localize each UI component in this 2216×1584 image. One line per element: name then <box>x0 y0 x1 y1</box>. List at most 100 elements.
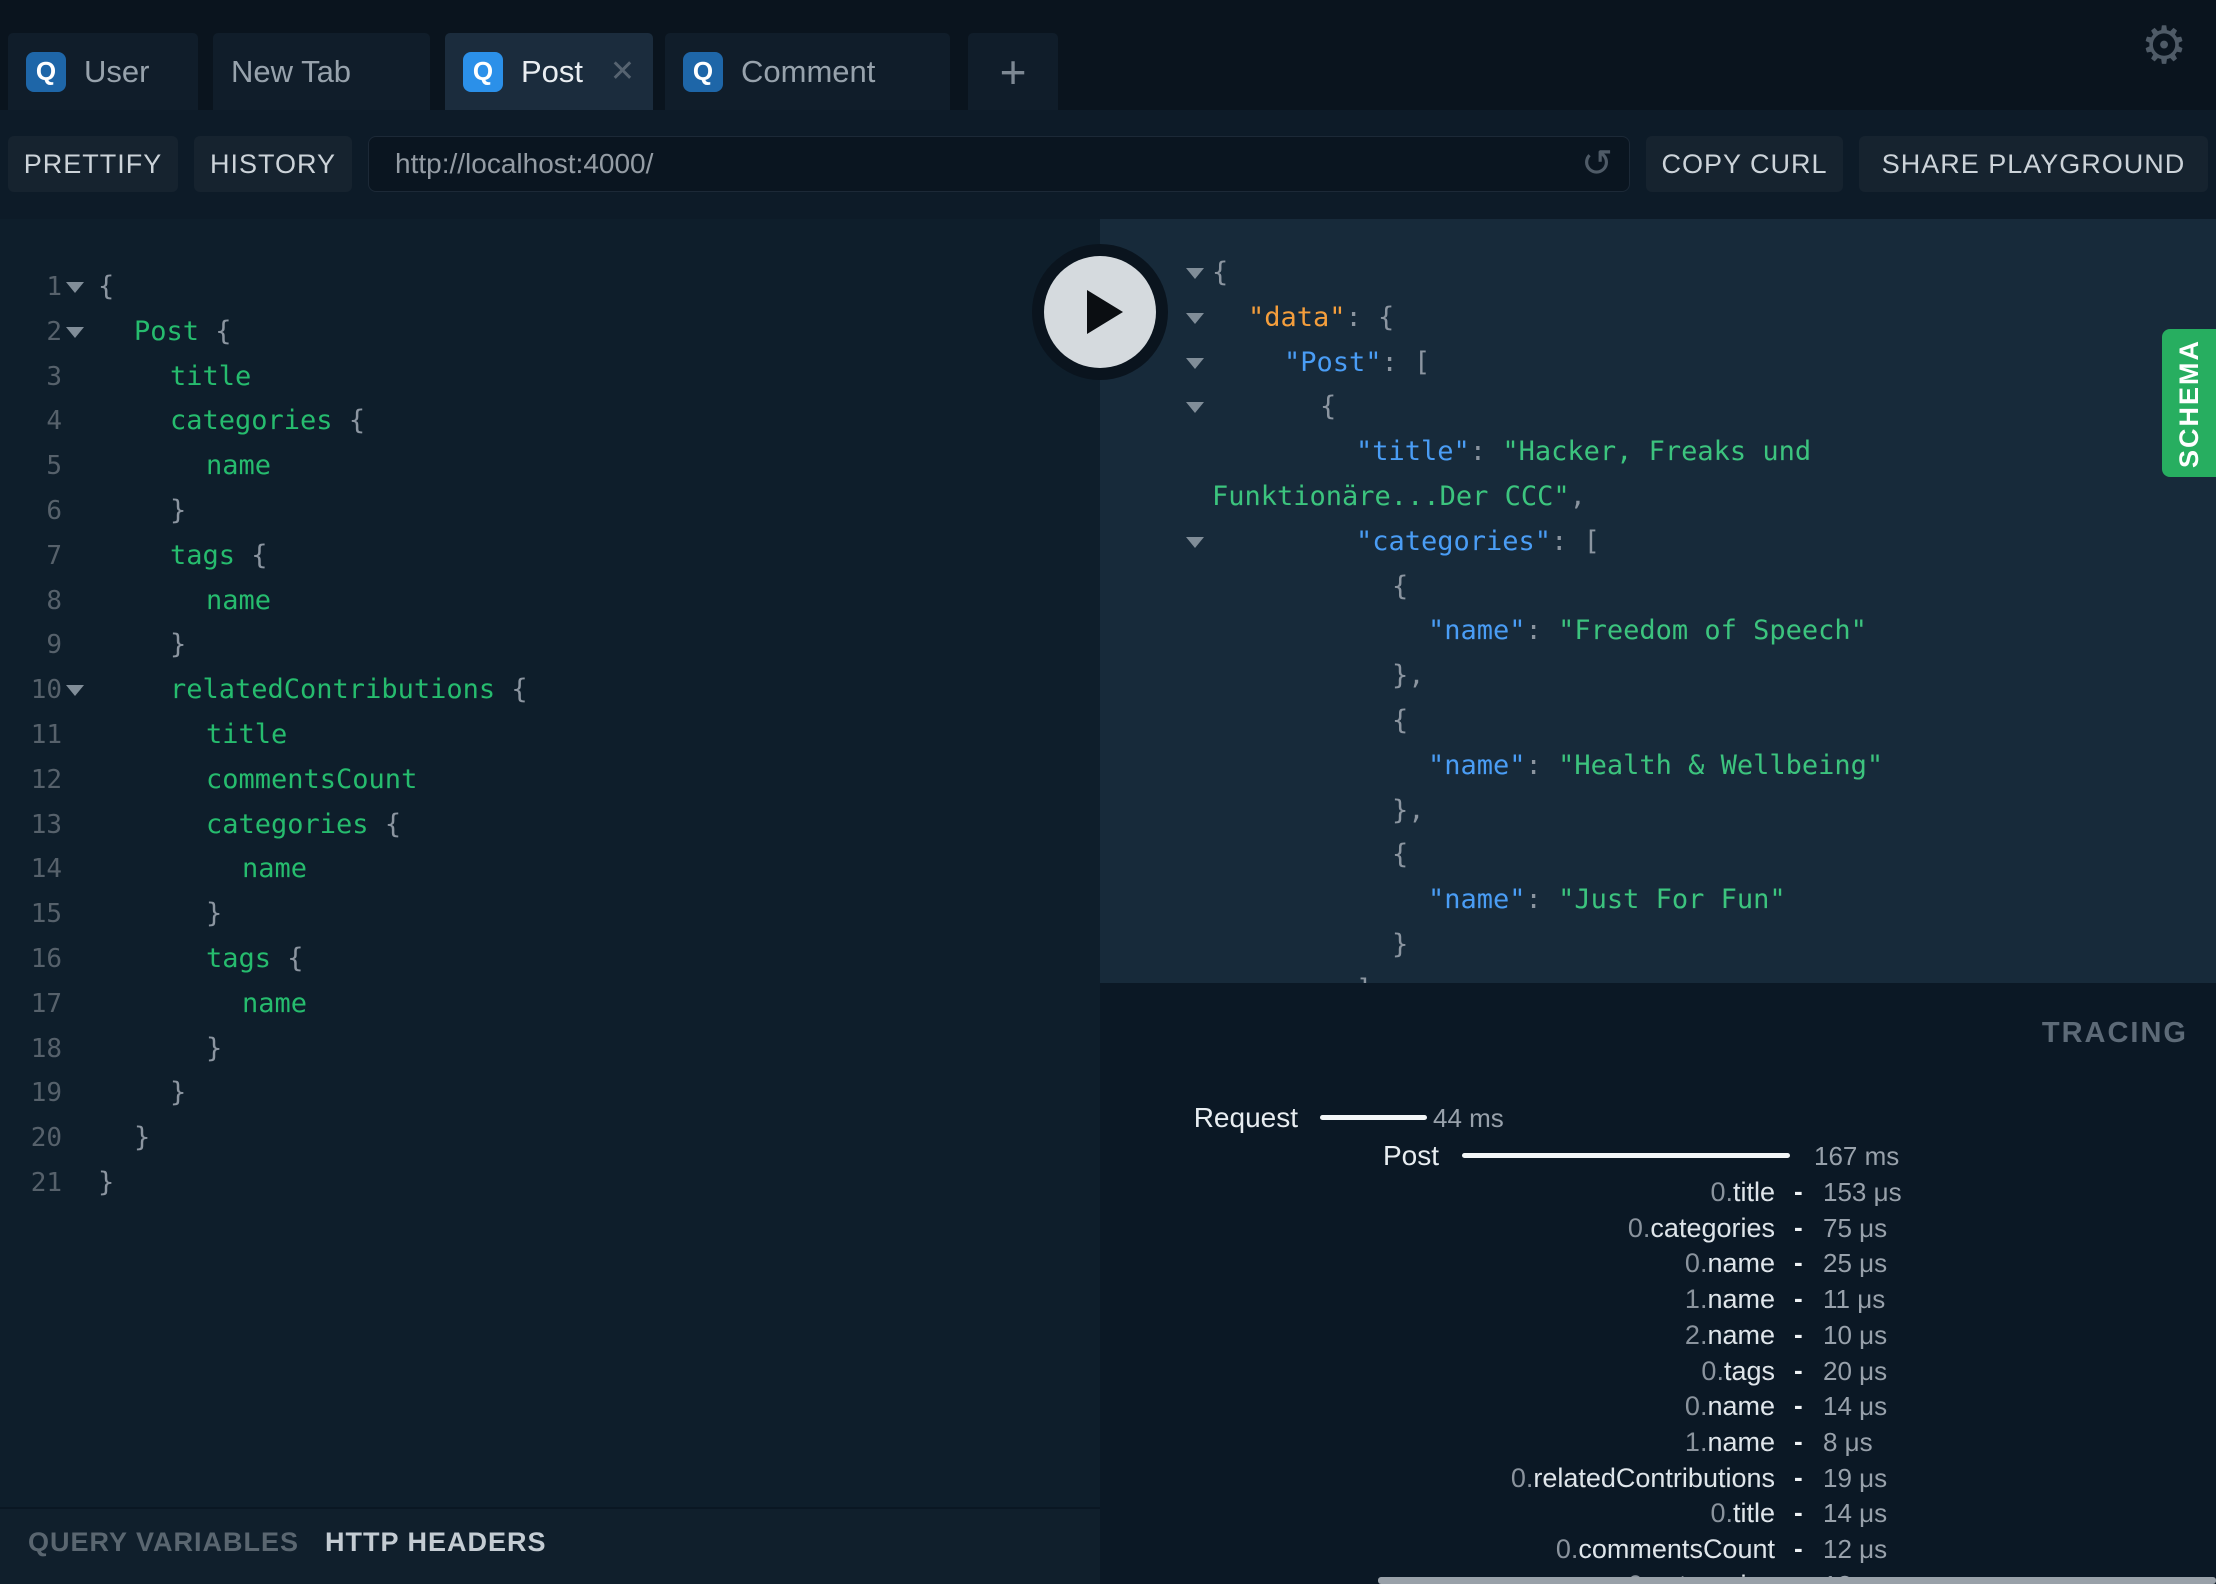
execute-button[interactable] <box>1032 244 1168 380</box>
editor-code: categories { <box>206 803 401 848</box>
tracing-field-value: 8 μs <box>1823 1426 1873 1457</box>
tracing-field-label: relatedContributions <box>1533 1462 1775 1493</box>
tracing-field-row: 0.name -25 μs <box>1100 1245 2216 1281</box>
tracing-field-name: 0.title <box>1710 1495 1775 1531</box>
tracing-dash: - <box>1794 1425 1803 1456</box>
editor-code: tags { <box>170 534 268 579</box>
response-lines: { "data": {"Post": [ { "title": "Hacker, Fr… <box>1100 219 2216 983</box>
editor-code: } <box>98 1161 114 1206</box>
query-variables-tab[interactable]: QUERY VARIABLES <box>28 1527 299 1558</box>
execute-button-circle <box>1044 256 1156 368</box>
tab-label: Post <box>521 53 584 89</box>
history-button[interactable]: HISTORY <box>194 136 352 192</box>
tracing-span-bar <box>1320 1115 1427 1120</box>
response-line: { <box>1100 565 2216 610</box>
tab-comment[interactable]: Q Comment <box>665 33 950 110</box>
response-code: "name": "Freedom of Speech" <box>1428 609 1867 654</box>
editor-line: 20} <box>0 1116 1100 1161</box>
editor-code: relatedContributions { <box>170 668 528 713</box>
editor-line: 11 title <box>0 713 1100 758</box>
code-token: } <box>1392 928 1409 960</box>
code-token: Post <box>134 315 200 347</box>
prettify-button[interactable]: PRETTIFY <box>8 136 178 192</box>
schema-tab[interactable]: SCHEMA <box>2162 329 2216 477</box>
tracing-field-value: 25 μs <box>1823 1248 1888 1279</box>
response-line: { <box>1100 833 2216 878</box>
code-token: : <box>1525 884 1559 916</box>
code-token: { <box>199 315 232 347</box>
tracing-dash: - <box>1794 1211 1803 1242</box>
code-token: "categories" <box>1356 525 1552 557</box>
tracing-title: TRACING <box>2041 1017 2188 1049</box>
tracing-field-label: title <box>1732 1177 1775 1207</box>
close-tab-icon[interactable]: ✕ <box>610 56 635 87</box>
tracing-field-index: 0. <box>1510 1462 1534 1493</box>
code-token: { <box>235 539 268 571</box>
code-token: categories <box>170 405 333 437</box>
line-number: 4 <box>46 406 62 437</box>
editor-line: 4 categories { <box>0 399 1100 444</box>
fold-arrow-icon[interactable] <box>1186 312 1204 324</box>
code-token: relatedContributions <box>170 674 496 706</box>
editor-code: commentsCount <box>206 758 417 803</box>
fold-arrow-icon[interactable] <box>66 685 84 697</box>
tab-post[interactable]: Q Post ✕ <box>445 33 653 110</box>
fold-arrow-icon[interactable] <box>66 326 84 338</box>
tracing-dash: - <box>1794 1533 1803 1563</box>
tracing-dash: - <box>1794 1176 1803 1206</box>
response-code: Funktionäre...Der CCC", <box>1212 475 1586 520</box>
tracing-field-name: 0.title <box>1710 1174 1775 1210</box>
code-token: name <box>242 987 308 1019</box>
editor-code: } <box>206 892 222 937</box>
tracing-field-name: 0.name <box>1685 1388 1775 1424</box>
settings-gear-icon[interactable]: ⚙ <box>2136 18 2192 74</box>
share-playground-button[interactable]: SHARE PLAYGROUND <box>1859 136 2208 192</box>
code-token: { <box>1392 704 1409 736</box>
tracing-dash: - <box>1794 1318 1803 1349</box>
code-token: { <box>1320 391 1337 423</box>
tracing-dash: - <box>1794 1247 1803 1278</box>
response-line: }, <box>1100 789 2216 834</box>
response-code: "data": { <box>1248 296 1394 341</box>
tracing-dash: - <box>1794 1461 1803 1492</box>
tab-label: New Tab <box>231 53 352 89</box>
horizontal-scrollbar[interactable] <box>1378 1577 2216 1584</box>
query-editor-pane[interactable]: 1{2 Post {3 title 4 categories {5 name 6} 7 tags… <box>0 219 1100 1507</box>
schema-tab-label: SCHEMA <box>2173 338 2204 468</box>
code-token: : [ <box>1551 525 1600 557</box>
editor-line: 2 Post { <box>0 310 1100 355</box>
editor-code: categories { <box>170 399 365 444</box>
code-token: { <box>1212 257 1229 288</box>
code-token: title <box>206 718 288 750</box>
response-pane: { "data": {"Post": [ { "title": "Hacker, Fr… <box>1100 219 2216 983</box>
line-number: 13 <box>30 809 62 840</box>
code-token: { <box>495 674 528 706</box>
code-token: : <box>1525 615 1559 647</box>
response-line: "title": "Hacker, Freaks und <box>1100 430 2216 475</box>
tracing-field-index: 0. <box>1710 1498 1733 1529</box>
response-line: "Post": [ <box>1100 341 2216 386</box>
tracing-field-index: 0. <box>1684 1248 1708 1279</box>
http-headers-tab[interactable]: HTTP HEADERS <box>325 1527 547 1558</box>
reload-icon[interactable]: ↺ <box>1581 141 1613 185</box>
tab-user[interactable]: Q User <box>8 33 198 110</box>
fold-arrow-icon[interactable] <box>1186 536 1204 548</box>
fold-arrow-icon[interactable] <box>1186 402 1204 414</box>
response-code: { <box>1392 699 1408 744</box>
endpoint-input[interactable]: http://localhost:4000/ ↺ <box>368 136 1630 192</box>
fold-arrow-icon[interactable] <box>66 282 84 293</box>
line-number: 14 <box>30 854 62 885</box>
tab-new-tab[interactable]: New Tab <box>213 33 430 110</box>
fold-arrow-icon[interactable] <box>1186 268 1204 279</box>
toolbar: PRETTIFY HISTORY http://localhost:4000/ … <box>0 110 2216 219</box>
editor-code: Post { <box>134 310 232 355</box>
response-line: "name": "Freedom of Speech" <box>1100 609 2216 654</box>
fold-arrow-icon[interactable] <box>1186 357 1204 369</box>
query-type-badge: Q <box>683 51 723 92</box>
code-token: "Hacker, Freaks und <box>1502 436 1812 468</box>
add-tab-button[interactable]: + <box>968 33 1058 110</box>
editor-code: } <box>170 623 186 668</box>
line-number: 1 <box>46 272 62 302</box>
editor-line: 7 tags { <box>0 534 1100 579</box>
copy-curl-button[interactable]: COPY CURL <box>1646 136 1843 192</box>
